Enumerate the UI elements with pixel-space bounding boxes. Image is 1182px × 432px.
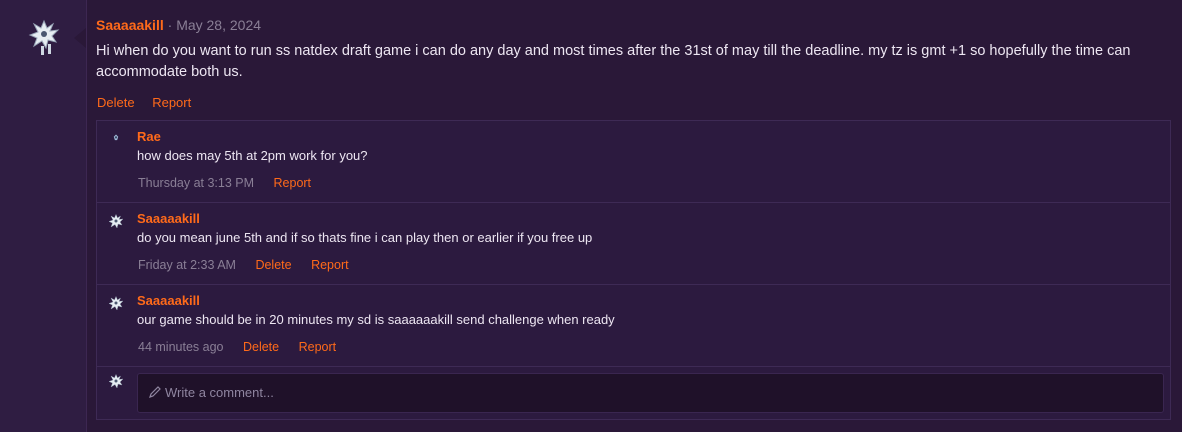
arceus-sprite-icon [108,373,124,389]
arceus-sprite-icon[interactable] [107,295,125,315]
comment-author[interactable]: Rae [137,129,161,144]
comment-input[interactable]: Write a comment... [137,373,1164,413]
comment-time[interactable]: Friday at 2:33 AM [138,258,236,272]
comment-text: do you mean june 5th and if so thats fin… [137,230,593,245]
arceus-sprite-icon[interactable] [26,18,62,58]
delete-comment-link[interactable]: Delete [243,340,279,354]
comment-time[interactable]: Thursday at 3:13 PM [138,176,254,190]
post-pointer [74,28,86,48]
comments-list: Rae how does may 5th at 2pm work for you… [96,120,1171,420]
report-post-link[interactable]: Report [152,95,191,110]
post-actions: Delete Report [97,95,205,110]
comment-placeholder: Write a comment... [165,385,274,400]
delete-post-link[interactable]: Delete [97,95,135,110]
comment-author[interactable]: Saaaaakill [137,211,200,226]
comment-item: Saaaaakill our game should be in 20 minu… [97,285,1170,367]
post-header: Saaaaakill · May 28, 2024 [96,16,261,34]
comment-author[interactable]: Saaaaakill [137,293,200,308]
post-date[interactable]: May 28, 2024 [176,17,261,33]
arceus-sprite-icon[interactable] [107,213,125,233]
comment-time[interactable]: 44 minutes ago [138,340,223,354]
post-body: Hi when do you want to run ss natdex dra… [96,43,1131,80]
small-sprite-icon[interactable] [111,133,121,145]
comment-item: Rae how does may 5th at 2pm work for you… [97,121,1170,203]
post-content: Saaaaakill · May 28, 2024 Hi when do you… [86,0,1182,432]
comment-item: Saaaaakill do you mean june 5th and if s… [97,203,1170,285]
report-comment-link[interactable]: Report [299,340,337,354]
comment-text: how does may 5th at 2pm work for you? [137,148,368,163]
comment-meta: 44 minutes ago Delete Report [138,340,352,354]
comment-composer: Write a comment... [97,367,1170,419]
report-comment-link[interactable]: Report [311,258,349,272]
delete-comment-link[interactable]: Delete [255,258,291,272]
comment-meta: Friday at 2:33 AM Delete Report [138,258,365,272]
pencil-icon [149,386,161,398]
report-comment-link[interactable]: Report [274,176,312,190]
header-separator: · [167,17,173,33]
post-author[interactable]: Saaaaakill [96,17,164,33]
profile-post: Saaaaakill · May 28, 2024 Hi when do you… [0,0,1182,432]
post-avatar-column [0,0,87,432]
comment-meta: Thursday at 3:13 PM Report [138,176,327,190]
comment-text: our game should be in 20 minutes my sd i… [137,312,615,327]
